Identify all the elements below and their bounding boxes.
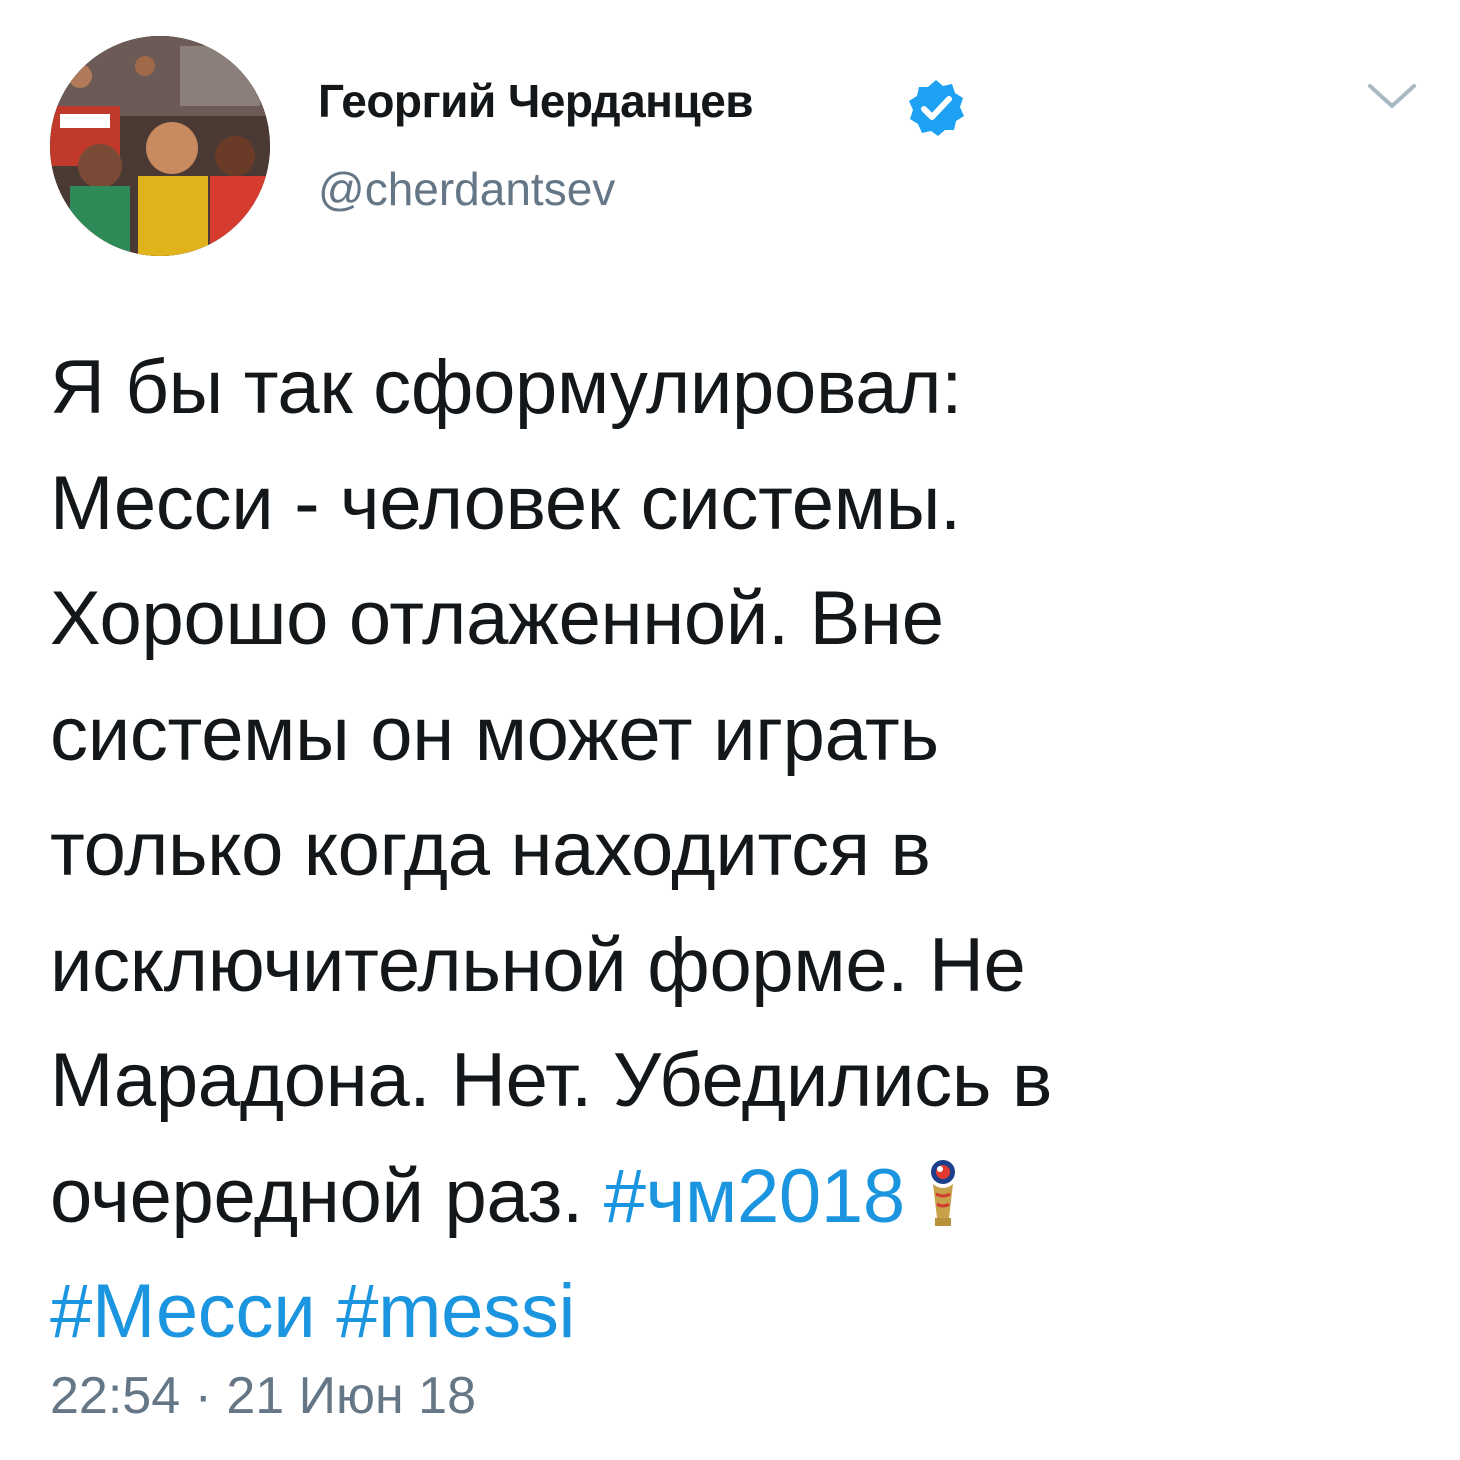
world-cup-2018-emblem-icon xyxy=(930,1159,955,1226)
hashtag-link[interactable]: #Месси xyxy=(50,1269,316,1354)
hashtag-link[interactable]: #messi xyxy=(336,1269,575,1354)
tweet-line: только когда находится в xyxy=(50,807,931,892)
tweet-hashtag-line: #Месси #messi xyxy=(50,1254,1420,1370)
tweet-line: Марадона. Нет. Убедились в xyxy=(50,1038,1053,1123)
tweet-line: исключительной форме. Не xyxy=(50,922,1026,1008)
chevron-down-icon[interactable] xyxy=(1364,76,1420,116)
tweet-line: Хорошо отлаженной. Вне xyxy=(50,576,944,661)
tweet-line: Месси - человек системы. xyxy=(50,460,961,546)
avatar-photo xyxy=(50,36,270,256)
display-name[interactable]: Георгий Черданцев xyxy=(318,74,754,128)
tweet-line-text: очередной раз. xyxy=(50,1153,583,1239)
verified-badge-icon xyxy=(909,80,964,136)
avatar[interactable] xyxy=(50,36,270,256)
tweet-timestamp[interactable]: 22:54 · 21 Июн 18 xyxy=(50,1366,476,1426)
tweet-text: Я бы так сформулировал: Месси - человек … xyxy=(50,330,1420,1370)
hashtag-link[interactable]: #чм2018 xyxy=(604,1154,905,1239)
tweet-line-with-hashtag: очередной раз. #чм2018 xyxy=(50,1139,1420,1255)
tweet-card: Георгий Черданцев @cherdantsev Я бы так … xyxy=(0,0,1460,1460)
tweet-line: системы он может играть xyxy=(50,691,939,777)
user-handle[interactable]: @cherdantsev xyxy=(318,162,615,216)
tweet-line: Я бы так сформулировал: xyxy=(50,345,963,430)
